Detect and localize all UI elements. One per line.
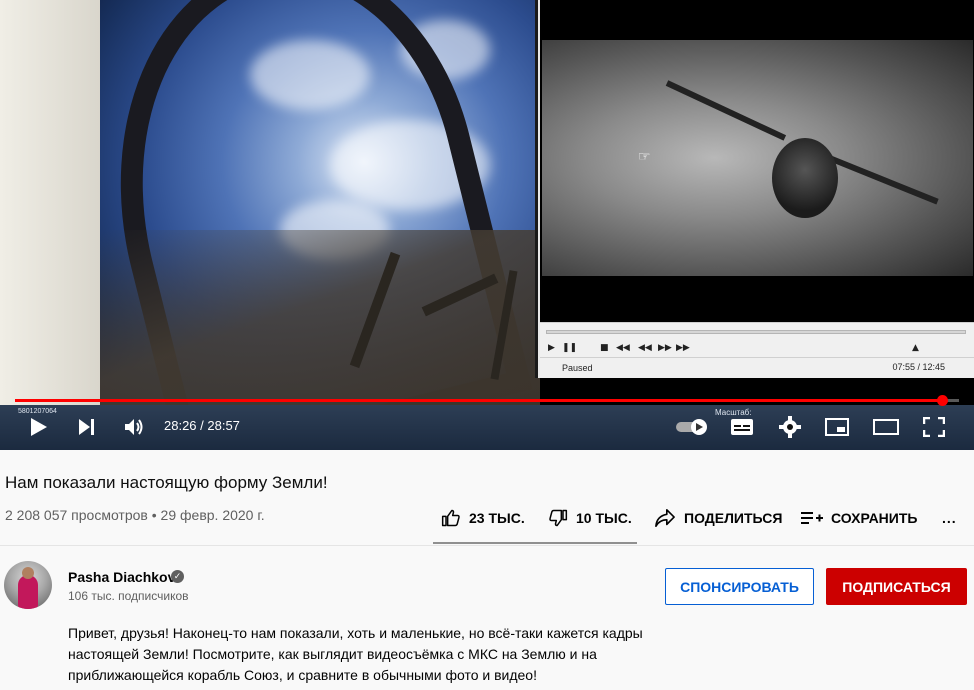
publish-date: 29 февр. 2020 г. bbox=[160, 507, 265, 523]
miniplayer-button[interactable] bbox=[823, 414, 851, 440]
fullscreen-button[interactable] bbox=[920, 414, 948, 440]
like-button[interactable]: 23 ТЫС. bbox=[441, 500, 525, 536]
like-dislike-ratio-bar bbox=[433, 542, 637, 544]
soyuz-video-frame: ☞ bbox=[542, 40, 973, 276]
progress-bar[interactable] bbox=[15, 395, 959, 406]
progress-bar-scrubber[interactable] bbox=[937, 395, 948, 406]
dislike-count: 10 ТЫС. bbox=[576, 510, 632, 526]
settings-button[interactable] bbox=[776, 414, 804, 440]
inset-rewind-icon: ◀◀ bbox=[638, 343, 652, 353]
soyuz-spacecraft bbox=[772, 138, 838, 218]
iss-wall bbox=[0, 0, 100, 405]
time-display: 28:26 / 28:57 bbox=[164, 418, 240, 433]
inset-time-text: 07:55 / 12:45 bbox=[892, 362, 945, 372]
share-icon bbox=[655, 509, 675, 527]
autoplay-toggle[interactable] bbox=[673, 414, 713, 440]
inset-forward-icon: ▶▶ bbox=[658, 343, 672, 353]
theater-mode-button[interactable] bbox=[871, 414, 901, 440]
video-player[interactable]: ☞ ▶ ❚❚ ■ ◀◀ ◀◀ ▶▶ ▶▶ ▲ Paused 07:55 / 12… bbox=[0, 0, 974, 450]
play-icon bbox=[31, 418, 47, 436]
autoplay-toggle-icon bbox=[676, 419, 707, 435]
inset-pause-icon: ❚❚ bbox=[562, 343, 578, 353]
gear-icon bbox=[779, 416, 801, 438]
video-description: Привет, друзья! Наконец-то нам показали,… bbox=[68, 625, 643, 683]
fullscreen-icon bbox=[923, 417, 945, 437]
volume-icon bbox=[125, 419, 143, 435]
next-button[interactable] bbox=[72, 414, 102, 440]
meta-separator: • bbox=[151, 507, 161, 523]
like-count: 23 ТЫС. bbox=[469, 510, 525, 526]
subtitles-icon bbox=[731, 419, 753, 435]
save-label: СОХРАНИТЬ bbox=[831, 510, 918, 526]
inset-play-icon: ▶ bbox=[548, 343, 555, 353]
channel-name[interactable]: Pasha Diachkov bbox=[68, 569, 175, 585]
video-watch-page: ☞ ▶ ❚❚ ■ ◀◀ ◀◀ ▶▶ ▶▶ ▲ Paused 07:55 / 12… bbox=[0, 0, 974, 690]
more-actions-button[interactable]: ... bbox=[942, 500, 957, 536]
channel-avatar[interactable] bbox=[4, 561, 52, 609]
inset-prev-icon: ◀◀ bbox=[616, 343, 630, 353]
progress-bar-fill bbox=[15, 399, 942, 402]
more-actions-icon: ... bbox=[942, 510, 957, 526]
next-icon bbox=[79, 419, 94, 435]
video-meta: 2 208 057 просмотров • 29 февр. 2020 г. bbox=[5, 507, 265, 523]
share-label: ПОДЕЛИТЬСЯ bbox=[684, 510, 783, 526]
subtitles-button[interactable] bbox=[728, 414, 756, 440]
subscribe-button[interactable]: ПОДПИСАТЬСЯ bbox=[826, 568, 967, 605]
inset-volume-icon: ▲ bbox=[912, 343, 919, 353]
save-button[interactable]: СОХРАНИТЬ bbox=[801, 500, 917, 536]
theater-mode-icon bbox=[873, 419, 899, 435]
inset-next-icon: ▶▶ bbox=[676, 343, 690, 353]
thumbs-down-icon bbox=[549, 509, 568, 527]
laptop-media-player: ☞ ▶ ❚❚ ■ ◀◀ ◀◀ ▶▶ ▶▶ ▲ Paused 07:55 / 12… bbox=[535, 0, 974, 378]
video-title: Нам показали настоящую форму Земли! bbox=[5, 473, 328, 492]
video-frame-iss-view bbox=[0, 0, 540, 450]
verified-badge-icon: ✓ bbox=[171, 570, 184, 583]
miniplayer-icon bbox=[825, 418, 849, 436]
inset-player-controls: ▶ ❚❚ ■ ◀◀ ◀◀ ▶▶ ▶▶ ▲ Paused 07:55 / 12:4… bbox=[540, 322, 974, 378]
sponsor-button[interactable]: СПОНСИРОВАТЬ bbox=[665, 568, 814, 605]
dislike-button[interactable]: 10 ТЫС. bbox=[548, 500, 632, 536]
share-button[interactable]: ПОДЕЛИТЬСЯ bbox=[654, 500, 782, 536]
volume-button[interactable] bbox=[120, 414, 150, 440]
play-button[interactable] bbox=[24, 414, 54, 440]
section-divider bbox=[0, 545, 974, 546]
thumbs-up-icon bbox=[441, 509, 460, 527]
view-count: 2 208 057 просмотров bbox=[5, 507, 148, 523]
iss-hull bbox=[100, 230, 540, 405]
inset-stop-icon: ■ bbox=[600, 343, 609, 353]
inset-seek-bar bbox=[546, 330, 966, 334]
mouse-cursor-icon: ☞ bbox=[638, 148, 651, 164]
subscriber-count: 106 тыс. подписчиков bbox=[68, 589, 189, 603]
playlist-add-icon bbox=[801, 512, 823, 524]
